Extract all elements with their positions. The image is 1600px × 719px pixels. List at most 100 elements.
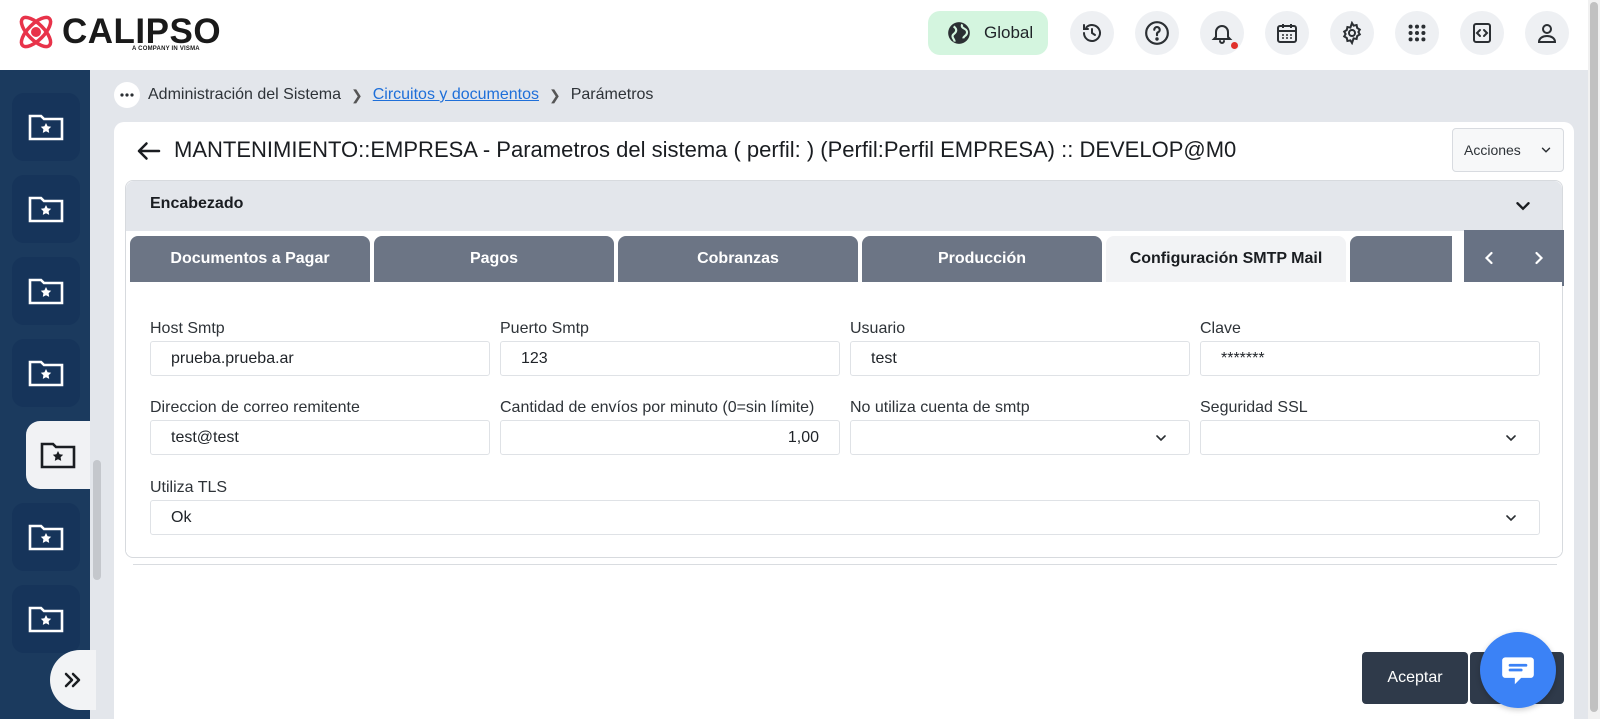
tab-navigation xyxy=(1464,230,1564,286)
direccion-remitente-value: test@test xyxy=(171,428,239,446)
page-scrollbar[interactable] xyxy=(1590,2,1598,712)
global-selector[interactable]: Global xyxy=(928,11,1048,55)
chat-button[interactable] xyxy=(1480,632,1556,708)
cantidad-envios-value: 1,00 xyxy=(787,428,819,446)
seguridad-ssl-select[interactable] xyxy=(1200,420,1540,455)
folder-star-icon xyxy=(28,114,64,141)
chat-bubble-icon xyxy=(1502,657,1534,685)
usuario-input[interactable]: test xyxy=(850,341,1190,376)
calendar-button[interactable] xyxy=(1265,11,1309,55)
sidebar-item-2[interactable] xyxy=(12,175,80,243)
user-icon xyxy=(1537,24,1557,43)
double-chevron-right-icon xyxy=(64,672,81,688)
sidebar-item-1[interactable] xyxy=(12,93,80,161)
chevron-down-icon xyxy=(1506,435,1516,442)
code-file-icon xyxy=(1473,23,1491,43)
chevron-down-icon xyxy=(1156,435,1166,442)
tab-cobranzas[interactable]: Cobranzas xyxy=(618,236,858,282)
clave-input[interactable]: ******* xyxy=(1200,341,1540,376)
cantidad-envios-input[interactable]: 1,00 xyxy=(500,420,840,455)
host-smtp-value: prueba.prueba.ar xyxy=(171,349,294,367)
divider xyxy=(133,564,1557,565)
seguridad-ssl-label: Seguridad SSL xyxy=(1200,399,1308,416)
back-button[interactable] xyxy=(134,136,164,166)
sidebar-scrollbar[interactable] xyxy=(93,460,101,580)
tab-produccion[interactable]: Producción xyxy=(862,236,1102,282)
chevron-down-icon[interactable] xyxy=(1512,195,1534,217)
cantidad-envios-label: Cantidad de envíos por minuto (0=sin lím… xyxy=(500,399,815,416)
folder-star-icon xyxy=(28,360,64,387)
page-title: MANTENIMIENTO::EMPRESA - Parametros del … xyxy=(174,137,1237,162)
sidebar-item-3[interactable] xyxy=(12,257,80,325)
breadcrumb-more-button[interactable] xyxy=(114,82,140,108)
clave-value: ******* xyxy=(1221,349,1265,367)
folder-star-icon xyxy=(28,524,64,551)
global-label: Global xyxy=(984,23,1034,42)
utiliza-tls-select[interactable]: Ok xyxy=(150,500,1540,535)
code-button[interactable] xyxy=(1460,11,1504,55)
gear-icon xyxy=(1342,21,1362,45)
folder-star-icon xyxy=(28,278,64,305)
sidebar-item-4[interactable] xyxy=(12,339,80,407)
actions-label: Acciones xyxy=(1464,142,1521,158)
no-utiliza-cuenta-select[interactable] xyxy=(850,420,1190,455)
history-icon xyxy=(1083,24,1101,42)
breadcrumb: Administración del Sistema ❯ Circuitos y… xyxy=(114,82,653,108)
puerto-smtp-value: 123 xyxy=(521,349,548,367)
calipso-logo[interactable]: CALIPSO A COMPANY IN VISMA xyxy=(14,10,221,56)
atom-logo-icon xyxy=(19,15,53,49)
section-header[interactable]: Encabezado xyxy=(126,181,1562,231)
chevron-right-icon: ❯ xyxy=(350,86,363,103)
history-button[interactable] xyxy=(1070,11,1114,55)
apps-grid-icon xyxy=(1408,24,1426,42)
user-button[interactable] xyxy=(1525,11,1569,55)
tab-pagos[interactable]: Pagos xyxy=(374,236,614,282)
breadcrumb-item-circuitos[interactable]: Circuitos y documentos xyxy=(373,86,539,104)
host-smtp-label: Host Smtp xyxy=(150,320,225,337)
apps-button[interactable] xyxy=(1395,11,1439,55)
breadcrumb-item-parametros: Parámetros xyxy=(570,86,654,103)
clave-label: Clave xyxy=(1200,320,1241,337)
settings-button[interactable] xyxy=(1330,11,1374,55)
utiliza-tls-value: Ok xyxy=(171,508,192,526)
puerto-smtp-input[interactable]: 123 xyxy=(500,341,840,376)
arrow-left-icon xyxy=(137,142,161,160)
notifications-button[interactable] xyxy=(1200,11,1244,55)
sidebar-item-7[interactable] xyxy=(12,585,80,653)
chevron-right-icon: ❯ xyxy=(549,86,561,103)
tab-next-partial[interactable]: En xyxy=(1350,236,1452,282)
calendar-icon xyxy=(1277,24,1297,43)
folder-star-icon xyxy=(28,606,64,633)
chevron-down-icon xyxy=(1541,147,1551,153)
tab-documentos-a-pagar[interactable]: Documentos a Pagar xyxy=(130,236,370,282)
no-utiliza-cuenta-label: No utiliza cuenta de smtp xyxy=(850,399,1030,416)
globe-icon xyxy=(948,22,970,44)
tab-strip: Documentos a Pagar Pagos Cobranzas Produ… xyxy=(130,236,1452,282)
logo-subtitle: A COMPANY IN VISMA xyxy=(132,46,200,52)
tab-configuracion-smtp[interactable]: Configuración SMTP Mail xyxy=(1106,236,1346,282)
folder-star-icon xyxy=(40,442,76,469)
help-button[interactable] xyxy=(1135,11,1179,55)
usuario-label: Usuario xyxy=(850,320,906,337)
direccion-remitente-label: Direccion de correo remitente xyxy=(150,399,360,416)
puerto-smtp-label: Puerto Smtp xyxy=(500,320,589,337)
breadcrumb-item-admin[interactable]: Administración del Sistema xyxy=(148,86,341,104)
sidebar-item-5-active[interactable] xyxy=(26,421,90,489)
actions-dropdown[interactable]: Acciones xyxy=(1452,128,1564,172)
more-horizontal-icon xyxy=(120,93,134,97)
help-icon xyxy=(1145,21,1169,45)
folder-star-icon xyxy=(28,196,64,223)
bell-icon xyxy=(1211,25,1233,44)
direccion-remitente-input[interactable]: test@test xyxy=(150,420,490,455)
notification-dot xyxy=(1231,42,1238,49)
chevron-down-icon xyxy=(1506,515,1516,522)
sidebar-item-6[interactable] xyxy=(12,503,80,571)
usuario-value: test xyxy=(871,349,897,367)
section-title: Encabezado xyxy=(150,195,244,212)
top-bar: CALIPSO A COMPANY IN VISMA Global xyxy=(0,0,1588,70)
accept-button[interactable]: Aceptar xyxy=(1362,652,1468,704)
utiliza-tls-label: Utiliza TLS xyxy=(150,479,228,496)
host-smtp-input[interactable]: prueba.prueba.ar xyxy=(150,341,490,376)
chevron-right-icon[interactable] xyxy=(1529,248,1549,268)
chevron-left-icon[interactable] xyxy=(1479,248,1499,268)
